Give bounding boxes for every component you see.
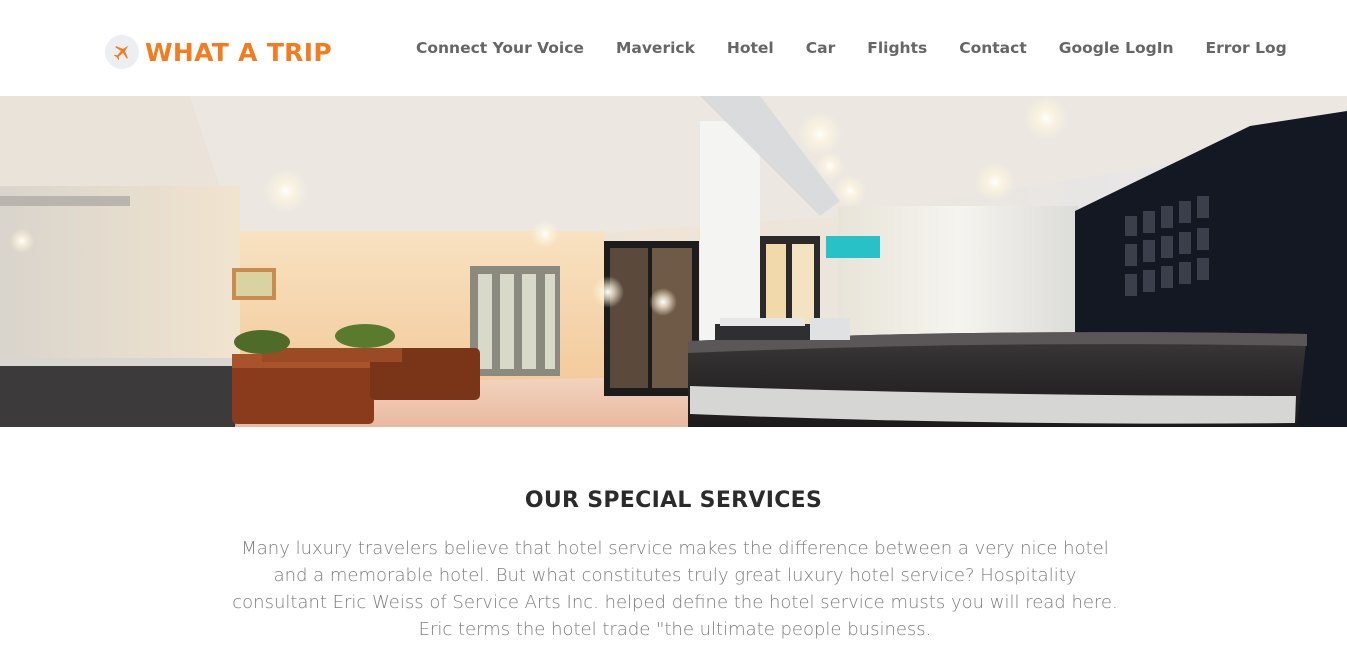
hero-image bbox=[0, 96, 1347, 427]
services-description: Many luxury travelers believe that hotel… bbox=[232, 538, 1118, 640]
nav-item-car[interactable]: Car bbox=[790, 39, 851, 57]
special-services-section: OUR SPECIAL SERVICES Many luxury travele… bbox=[0, 427, 1347, 654]
brand-logo-link[interactable]: WHAT A TRIP bbox=[105, 34, 332, 70]
main-nav: Connect Your Voice Maverick Hotel Car Fl… bbox=[400, 36, 1303, 60]
nav-item-flights[interactable]: Flights bbox=[851, 39, 943, 57]
nav-item-google-login[interactable]: Google LogIn bbox=[1043, 39, 1190, 57]
nav-item-connect-your-voice[interactable]: Connect Your Voice bbox=[400, 39, 600, 57]
nav-item-hotel[interactable]: Hotel bbox=[711, 39, 790, 57]
nav-item-contact[interactable]: Contact bbox=[943, 39, 1043, 57]
airplane-icon bbox=[105, 35, 139, 69]
services-heading: OUR SPECIAL SERVICES bbox=[524, 488, 823, 513]
brand-name: WHAT A TRIP bbox=[145, 37, 332, 67]
site-header: WHAT A TRIP Connect Your Voice Maverick … bbox=[0, 0, 1347, 96]
nav-item-maverick[interactable]: Maverick bbox=[600, 39, 711, 57]
hotel-lobby-illustration bbox=[0, 96, 1347, 427]
nav-item-error-log[interactable]: Error Log bbox=[1190, 39, 1303, 57]
